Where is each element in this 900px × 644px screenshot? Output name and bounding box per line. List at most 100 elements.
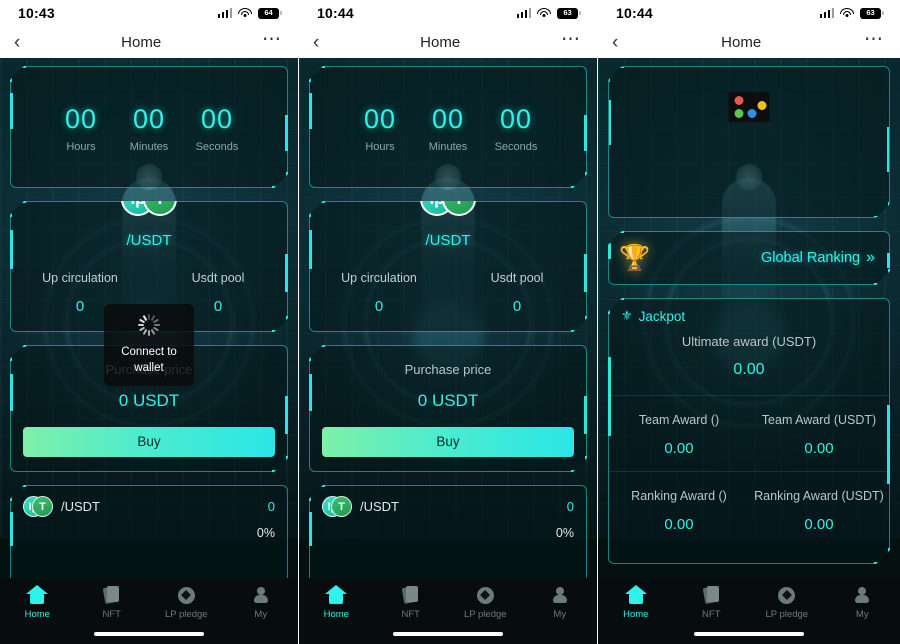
countdown-seconds-label: Seconds bbox=[494, 140, 538, 153]
tab-my[interactable]: My bbox=[224, 584, 299, 644]
countdown-unit-hours: 00 Hours bbox=[351, 102, 409, 153]
countdown-unit-seconds: 00 Seconds bbox=[487, 102, 545, 153]
phone-screen-jackpot: 10:44 63 ‹ Home ⋯ 🏆 Global Ranking » ⚜ J… bbox=[598, 0, 900, 644]
tab-label: LP pledge bbox=[765, 609, 809, 620]
battery-icon: 63 bbox=[557, 7, 581, 19]
tab-home[interactable]: Home bbox=[598, 584, 674, 644]
tab-label: LP pledge bbox=[463, 609, 507, 620]
home-indicator bbox=[694, 632, 804, 636]
countdown-minutes-value: 00 bbox=[419, 102, 477, 136]
countdown-timer: 00 Hours 00 Minutes 00 Seconds bbox=[310, 67, 586, 187]
jackpot-card: ⚜ Jackpot Ultimate award (USDT) 0.00 Tea… bbox=[608, 298, 890, 564]
pair-stats: Up circulation 0 Usdt pool 0 bbox=[310, 271, 586, 315]
status-bar: 10:43 64 bbox=[0, 0, 298, 26]
jackpot-ultimate-award: Ultimate award (USDT) 0.00 bbox=[609, 334, 889, 396]
cards-icon bbox=[102, 586, 120, 604]
coin-tether-icon: T bbox=[32, 496, 53, 517]
status-time: 10:43 bbox=[18, 5, 55, 21]
global-ranking-label: Global Ranking bbox=[760, 250, 861, 266]
back-button[interactable]: ‹ bbox=[14, 33, 20, 52]
award-label: Ranking Award (USDT) bbox=[754, 489, 884, 503]
signal-bars-icon bbox=[217, 8, 232, 18]
list-item[interactable]: Ip T /USDT 0 bbox=[23, 496, 275, 517]
buy-button[interactable]: Buy bbox=[23, 427, 275, 457]
pair-name: /USDT bbox=[126, 232, 172, 249]
app-content: 🏆 Global Ranking » ⚜ Jackpot Ultimate aw… bbox=[598, 58, 900, 644]
back-button[interactable]: ‹ bbox=[612, 33, 618, 52]
screenshot-root: 10:43 64 ‹ Home ⋯ 00 Hours 00 Minutes 00… bbox=[0, 0, 900, 644]
more-options-button[interactable]: ⋯ bbox=[561, 30, 581, 55]
more-options-button[interactable]: ⋯ bbox=[262, 30, 282, 55]
nav-bar: ‹ Home ⋯ bbox=[299, 26, 597, 58]
phone-screen-loaded: 10:44 63 ‹ Home ⋯ 00 Hours 00 Minutes 00… bbox=[299, 0, 598, 644]
jackpot-title: Jackpot bbox=[638, 308, 686, 324]
stat-value: 0 bbox=[512, 298, 522, 315]
tab-label: My bbox=[855, 609, 869, 620]
ranking-award-usdt: Ranking Award (USDT) 0.00 bbox=[749, 488, 889, 547]
jackpot-medal-icon: ⚜ bbox=[621, 308, 633, 323]
list-item-percent: 0% bbox=[555, 526, 574, 540]
tab-label: NFT bbox=[401, 609, 420, 620]
tab-home[interactable]: Home bbox=[299, 584, 374, 644]
app-content: 00 Hours 00 Minutes 00 Seconds Ip T /USD… bbox=[0, 58, 298, 644]
tab-label: My bbox=[254, 609, 268, 620]
trophy-icon: 🏆 bbox=[619, 243, 651, 272]
signal-bars-icon bbox=[819, 8, 834, 18]
tab-label: NFT bbox=[102, 609, 121, 620]
purchase-card: Purchase price 0 USDT Buy bbox=[309, 345, 587, 472]
global-ranking-card[interactable]: 🏆 Global Ranking » bbox=[608, 231, 890, 285]
countdown-card: 00 Hours 00 Minutes 00 Seconds bbox=[10, 66, 288, 188]
tab-home[interactable]: Home bbox=[0, 584, 75, 644]
cards-icon bbox=[401, 586, 419, 604]
stat-label: Usdt pool bbox=[191, 271, 245, 285]
buy-button[interactable]: Buy bbox=[322, 427, 574, 457]
list-item[interactable]: Ip T /USDT 0 bbox=[322, 496, 574, 517]
nav-bar: ‹ Home ⋯ bbox=[598, 26, 900, 58]
pair-name: /USDT bbox=[425, 232, 471, 249]
scroll-area: 00 Hours 00 Minutes 00 Seconds Ip T /USD… bbox=[299, 58, 597, 603]
stat-usdt-pool: Usdt pool 0 bbox=[448, 271, 586, 315]
tab-label: My bbox=[553, 609, 567, 620]
scroll-area: 🏆 Global Ranking » ⚜ Jackpot Ultimate aw… bbox=[598, 58, 900, 564]
chevron-right-icon: » bbox=[866, 249, 875, 266]
list-coin-icons: Ip T bbox=[23, 496, 53, 517]
ultimate-award-value: 0.00 bbox=[733, 361, 765, 378]
award-label: Team Award () bbox=[638, 413, 720, 427]
stat-value: 0 bbox=[374, 298, 384, 315]
person-icon bbox=[854, 586, 870, 604]
battery-level: 63 bbox=[563, 8, 572, 18]
list-item-value: 0 bbox=[566, 499, 574, 514]
purchase-price-value: 0 USDT bbox=[417, 391, 479, 410]
tab-my[interactable]: My bbox=[523, 584, 598, 644]
status-time: 10:44 bbox=[317, 5, 354, 21]
purchase-price-label: Purchase price bbox=[404, 362, 492, 377]
hero-banner-card bbox=[608, 66, 890, 218]
award-label: Team Award (USDT) bbox=[761, 413, 877, 427]
tab-label: Home bbox=[24, 609, 50, 620]
more-options-button[interactable]: ⋯ bbox=[864, 30, 884, 55]
diamond-circle-icon bbox=[778, 586, 796, 604]
wifi-icon bbox=[238, 7, 252, 19]
countdown-unit-minutes: 00 Minutes bbox=[419, 102, 477, 153]
home-indicator bbox=[393, 632, 503, 636]
countdown-unit-seconds: 00 Seconds bbox=[188, 102, 246, 153]
countdown-minutes-label: Minutes bbox=[428, 140, 468, 153]
person-icon bbox=[552, 586, 568, 604]
list-item-name: /USDT bbox=[360, 499, 399, 514]
phone-screen-loading: 10:43 64 ‹ Home ⋯ 00 Hours 00 Minutes 00… bbox=[0, 0, 299, 644]
award-value: 0.00 bbox=[804, 516, 834, 533]
tab-my[interactable]: My bbox=[825, 584, 900, 644]
jackpot-header: ⚜ Jackpot bbox=[609, 308, 889, 334]
countdown-unit-hours: 00 Hours bbox=[52, 102, 110, 153]
status-bar: 10:44 63 bbox=[299, 0, 597, 26]
page-title: Home bbox=[420, 33, 461, 51]
page-title: Home bbox=[721, 33, 762, 51]
battery-level: 64 bbox=[264, 8, 273, 18]
stat-label: Up circulation bbox=[341, 271, 417, 285]
battery-icon: 64 bbox=[258, 7, 282, 19]
back-button[interactable]: ‹ bbox=[313, 33, 319, 52]
bottom-tab-bar: Home NFT LP pledge My bbox=[299, 578, 597, 644]
battery-icon: 63 bbox=[860, 7, 884, 19]
stat-label: Up circulation bbox=[42, 271, 118, 285]
award-value: 0.00 bbox=[664, 516, 694, 533]
